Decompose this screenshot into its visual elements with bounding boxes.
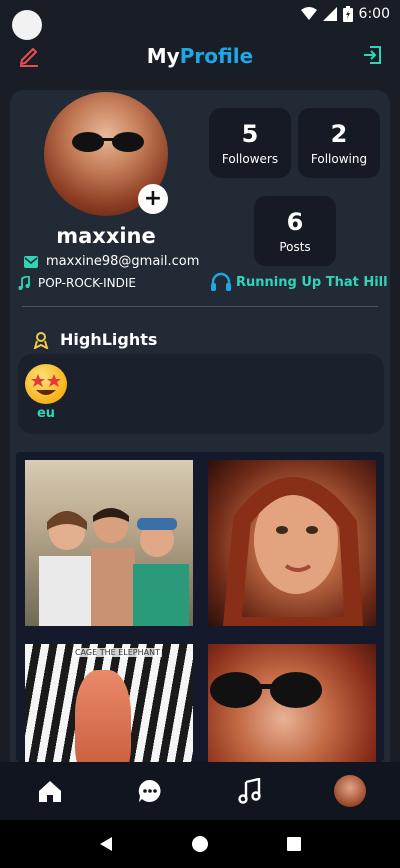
highlights-title: HighLights: [60, 330, 158, 349]
sunglasses-graphic: [72, 132, 144, 152]
add-photo-button[interactable]: +: [138, 184, 168, 214]
home-icon: [39, 781, 61, 802]
star-struck-emoji-icon: [25, 364, 67, 404]
posts-count: 6: [286, 207, 304, 236]
home-circle-icon[interactable]: [191, 835, 209, 853]
followers-count: 5: [241, 119, 259, 148]
recents-icon[interactable]: [286, 836, 302, 852]
profile-screen: 6:00 MyProfile + maxxine maxxine98@gmail…: [0, 0, 400, 868]
post-tile-portrait[interactable]: [208, 460, 376, 626]
email-icon: [24, 255, 38, 268]
genre-text: POP-ROCK-INDIE: [38, 276, 136, 290]
highlight-item[interactable]: eu: [24, 364, 68, 421]
status-time: 6:00: [358, 6, 390, 22]
posts-label: Posts: [279, 240, 311, 255]
nav-music[interactable]: [230, 771, 270, 811]
nav-home[interactable]: [30, 771, 70, 811]
followers-stat[interactable]: 5 Followers: [209, 108, 291, 178]
post-tile-album-art[interactable]: CAGE THE ELEPHANT: [25, 644, 193, 762]
page-title-profile: Profile: [179, 44, 254, 68]
status-bar: 6:00: [0, 0, 400, 40]
music-icon: [238, 778, 261, 804]
highlight-label: eu: [36, 406, 56, 421]
post-tile-sunglasses-selfie[interactable]: [208, 644, 376, 762]
following-stat[interactable]: 2 Following: [298, 108, 380, 178]
email-text: maxxine98@gmail.com: [46, 254, 200, 269]
edit-icon[interactable]: [16, 42, 42, 68]
chat-icon: [138, 779, 161, 802]
highlight-icon: [33, 331, 49, 349]
page-title: MyProfile: [147, 44, 253, 68]
page-title-my: My: [146, 44, 180, 68]
logout-icon[interactable]: [360, 42, 386, 68]
battery-icon: [342, 6, 353, 22]
nav-profile[interactable]: [330, 771, 370, 811]
avatar: [334, 775, 366, 807]
following-label: Following: [310, 152, 368, 167]
section-divider: [22, 306, 378, 307]
posts-grid: CAGE THE ELEPHANT: [16, 452, 384, 762]
back-icon[interactable]: [98, 836, 114, 852]
posts-stat[interactable]: 6 Posts: [254, 196, 336, 266]
song-title: Running Up That Hill: [236, 274, 388, 290]
email-row: maxxine98@gmail.com: [24, 254, 199, 269]
wifi-icon: [300, 7, 317, 20]
album-art-caption: CAGE THE ELEPHANT: [73, 648, 162, 657]
post-tile-group-photo[interactable]: [25, 460, 193, 626]
current-song[interactable]: Running Up That Hill: [210, 272, 388, 292]
username: maxxine: [56, 224, 156, 248]
highlights-header: HighLights: [32, 330, 157, 349]
album-art-figure: [75, 670, 131, 762]
music-note-icon: [18, 276, 30, 290]
followers-label: Followers: [221, 152, 279, 167]
following-count: 2: [330, 119, 348, 148]
system-navigation-bar: [0, 820, 400, 868]
highlights-container: [18, 354, 384, 434]
signal-icon: [322, 7, 337, 21]
headphones-icon: [211, 272, 231, 291]
app-header: MyProfile: [0, 28, 400, 84]
bottom-navigation: [0, 762, 400, 820]
nav-chat[interactable]: [130, 771, 170, 811]
genre-row: POP-ROCK-INDIE: [18, 276, 136, 290]
